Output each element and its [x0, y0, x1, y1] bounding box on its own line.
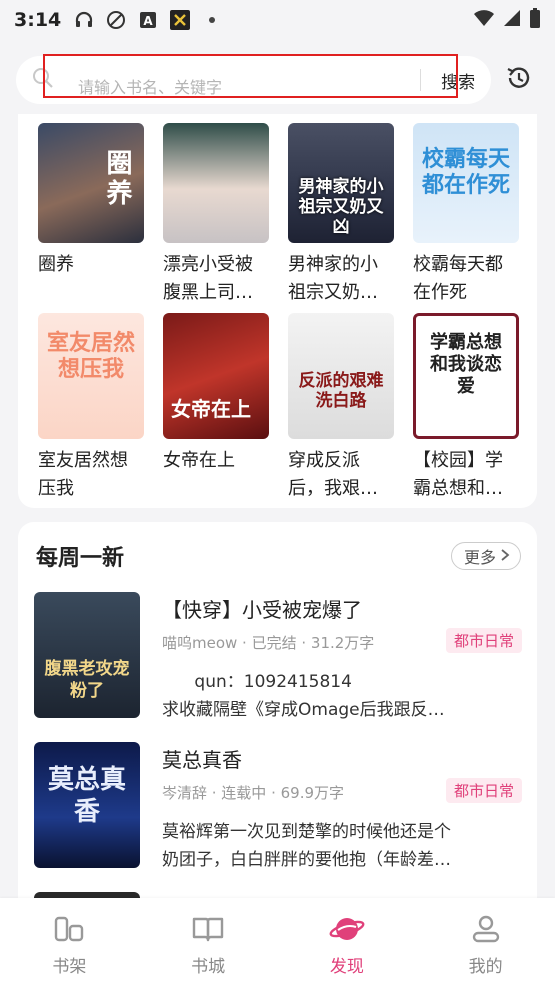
status-bar: 3:14 A — [0, 0, 555, 40]
book-cover: 女帝在上 — [163, 313, 269, 439]
headset-icon — [73, 9, 95, 31]
description-line: 求收藏隔壁《穿成Omage后我跟反… — [162, 700, 445, 720]
highlight-box — [43, 54, 458, 98]
wifi-icon — [473, 9, 495, 31]
book-cover: 圈养 — [38, 123, 144, 243]
book-title: 女帝在上 — [163, 450, 235, 471]
book-item[interactable]: 女帝在上 女帝在上 — [163, 313, 269, 505]
book-title: 室友居然想压我 — [38, 450, 128, 499]
book-cover: 莫总真香 — [34, 742, 140, 868]
bookshelf-icon — [52, 914, 86, 948]
search-row: 请输入书名、关键字 搜索 — [16, 54, 539, 104]
book-cover: 学霸总想和我谈恋爱 — [413, 313, 519, 439]
nav-profile[interactable]: 我的 — [416, 898, 555, 986]
book-item[interactable]: 男神家的小祖宗又奶又凶 男神家的小祖宗又奶… — [288, 123, 394, 309]
app-a-icon: A — [137, 9, 159, 31]
status-time: 3:14 — [14, 9, 62, 31]
nav-label: 书城 — [191, 957, 226, 977]
book-item[interactable]: 漂亮小受被腹黑上司… — [163, 123, 269, 309]
book-item[interactable]: 反派的艰难洗白路 穿成反派后，我艰… — [288, 313, 394, 505]
book-item[interactable]: 圈养 圈养 — [38, 123, 144, 309]
book-item[interactable]: 室友居然想压我 室友居然想压我 — [38, 313, 144, 505]
book-title: 校霸每天都在作死 — [413, 254, 503, 303]
cover-title-text: 圈养 — [102, 149, 132, 209]
description-line: 奶团子，白白胖胖的要他抱（年龄差… — [162, 850, 451, 870]
svg-text:A: A — [144, 14, 154, 28]
planet-icon — [329, 914, 365, 948]
list-item[interactable]: 腹黑老攻宠粉了 【快穿】小受被宠爆了 喵呜meow · 已完结 · 31.2万字… — [34, 592, 524, 720]
genre-tag: 都市日常 — [445, 778, 522, 803]
more-button[interactable]: 更多 — [450, 542, 521, 570]
book-meta: 喵呜meow · 已完结 · 31.2万字 — [162, 634, 375, 652]
history-icon — [505, 64, 533, 96]
cover-title-text: 女帝在上 — [171, 397, 251, 421]
bottom-nav: 书架 书城 发现 我的 — [0, 898, 555, 986]
chevron-right-icon — [500, 547, 510, 566]
book-item[interactable]: 校霸每天都在作死 校霸每天都在作死 — [413, 123, 519, 309]
description-line: qun：1092415814 — [162, 672, 352, 692]
cover-title-text: 反派的艰难洗白路 — [298, 371, 384, 411]
open-book-icon — [191, 914, 225, 948]
more-label: 更多 — [463, 548, 496, 567]
book-cover: 室友居然想压我 — [38, 313, 144, 439]
nav-discover[interactable]: 发现 — [278, 898, 417, 986]
genre-tag: 都市日常 — [445, 628, 522, 653]
book-title: 莫总真香 — [162, 748, 242, 772]
no-sync-icon — [105, 9, 127, 31]
cover-title-text: 莫总真香 — [48, 765, 127, 827]
search-input[interactable]: 请输入书名、关键字 搜索 — [16, 54, 492, 104]
cover-title-text: 校霸每天都在作死 — [421, 147, 510, 198]
cover-title-text: 学霸总想和我谈恋爱 — [430, 332, 502, 397]
book-title: 男神家的小祖宗又奶… — [288, 254, 378, 303]
cover-title-text: 室友居然想压我 — [46, 331, 135, 382]
list-item[interactable]: 莫总真香 莫总真香 岑清辞 · 连载中 · 69.9万字 都市日常 莫裕辉第一次… — [34, 742, 524, 870]
user-icon — [469, 914, 503, 948]
book-title: 漂亮小受被腹黑上司… — [163, 254, 253, 303]
book-title: 【校园】学霸总想和… — [413, 450, 503, 499]
cover-title-text: 腹黑老攻宠粉了 — [44, 659, 130, 701]
nav-bookshelf[interactable]: 书架 — [0, 898, 139, 986]
book-item[interactable]: 学霸总想和我谈恋爱 【校园】学霸总想和… — [413, 313, 519, 505]
book-title: 【快穿】小受被宠爆了 — [162, 598, 362, 622]
nav-bookstore[interactable]: 书城 — [139, 898, 278, 986]
dot-icon — [201, 9, 223, 31]
weekly-card: 每周一新 更多 腹黑老攻宠粉了 【快穿】小受被宠爆了 喵呜meow · 已完结 … — [18, 522, 537, 902]
book-cover: 校霸每天都在作死 — [413, 123, 519, 243]
signal-icon — [503, 9, 521, 31]
nav-label: 书架 — [52, 957, 87, 977]
cover-title-text: 男神家的小祖宗又奶又凶 — [298, 177, 384, 237]
book-description: 莫裕辉第一次见到楚擎的时候他还是个 奶团子，白白胖胖的要他抱（年龄差… — [162, 818, 516, 874]
book-title: 圈养 — [38, 254, 74, 275]
section-title: 每周一新 — [36, 546, 125, 571]
book-cover: 反派的艰难洗白路 — [288, 313, 394, 439]
book-meta: 岑清辞 · 连载中 · 69.9万字 — [162, 784, 345, 802]
book-grid-card: 圈养 圈养 漂亮小受被腹黑上司… 男神家的小祖宗又奶又凶 男神家的小祖宗又奶… … — [18, 114, 537, 508]
description-line: 莫裕辉第一次见到楚擎的时候他还是个 — [162, 822, 451, 842]
book-cover: 男神家的小祖宗又奶又凶 — [288, 123, 394, 243]
battery-icon — [529, 8, 541, 32]
history-button[interactable] — [499, 60, 539, 100]
tools-icon — [169, 9, 191, 31]
book-description: qun：1092415814 求收藏隔壁《穿成Omage后我跟反… — [162, 668, 516, 724]
book-title: 穿成反派后，我艰… — [288, 450, 378, 499]
nav-label: 我的 — [468, 957, 503, 977]
book-cover: 腹黑老攻宠粉了 — [34, 592, 140, 718]
book-cover — [163, 123, 269, 243]
nav-label: 发现 — [329, 957, 364, 977]
